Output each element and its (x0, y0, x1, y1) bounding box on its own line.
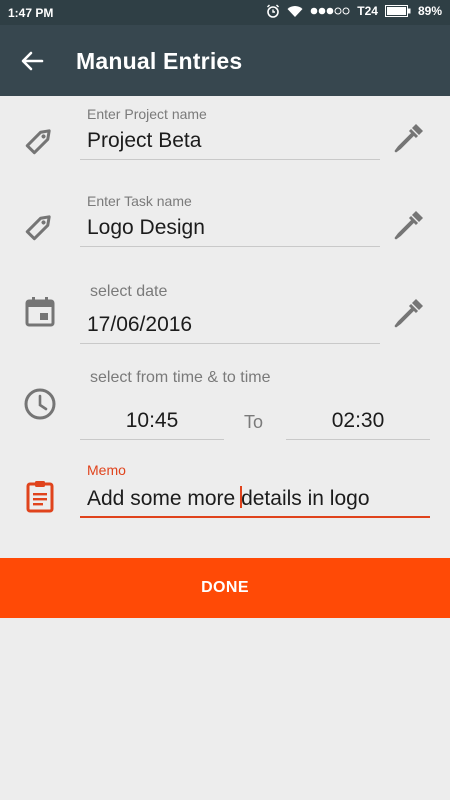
memo-input[interactable]: Add some more details in logo (87, 486, 370, 511)
project-underline (80, 159, 380, 160)
from-time-underline (80, 439, 224, 440)
memo-underline (80, 516, 430, 518)
calendar-icon (25, 297, 55, 327)
time-separator: To (244, 412, 264, 432)
memo-text-before-cursor: Add some more (87, 487, 242, 510)
tag-icon (25, 215, 51, 241)
battery-icon (384, 5, 411, 17)
back-button[interactable] (18, 47, 52, 75)
status-icons: T24 89% (266, 4, 442, 18)
eyedropper-icon[interactable] (392, 208, 426, 242)
memo-text-after-cursor: details in logo (241, 487, 370, 510)
task-underline (80, 246, 380, 247)
to-time-underline (286, 439, 430, 440)
signal-dots-icon (310, 7, 350, 15)
date-input[interactable]: 17/06/2016 (87, 313, 192, 337)
task-label: Enter Task name (87, 193, 192, 209)
project-input[interactable]: Project Beta (87, 129, 201, 153)
status-bar: 1:47 PM T24 89% (0, 0, 450, 25)
done-button[interactable]: DONE (0, 558, 450, 618)
clock-icon (24, 388, 56, 420)
date-label: select date (90, 283, 168, 300)
alarm-icon (267, 4, 280, 18)
from-time-input[interactable]: 10:45 (80, 401, 224, 441)
memo-label: Memo (87, 462, 126, 478)
task-input[interactable]: Logo Design (87, 216, 205, 240)
eyedropper-icon[interactable] (392, 296, 426, 330)
tag-icon (25, 129, 51, 155)
project-label: Enter Project name (87, 106, 207, 122)
manual-entry-form: Enter Project name Project Beta Enter Ta… (0, 96, 450, 557)
page-title: Manual Entries (76, 48, 243, 74)
time-label: select from time & to time (90, 369, 271, 386)
arrow-left-icon (21, 51, 44, 71)
battery-percent: 89% (417, 4, 442, 18)
app-bar: Manual Entries (0, 25, 450, 96)
to-time-input[interactable]: 02:30 (286, 401, 430, 441)
clipboard-icon (26, 481, 54, 513)
date-underline (80, 343, 380, 344)
status-time: 1:47 PM (8, 6, 54, 20)
wifi-icon (287, 5, 303, 17)
eyedropper-icon[interactable] (392, 121, 426, 155)
carrier-label: T24 (357, 4, 378, 18)
